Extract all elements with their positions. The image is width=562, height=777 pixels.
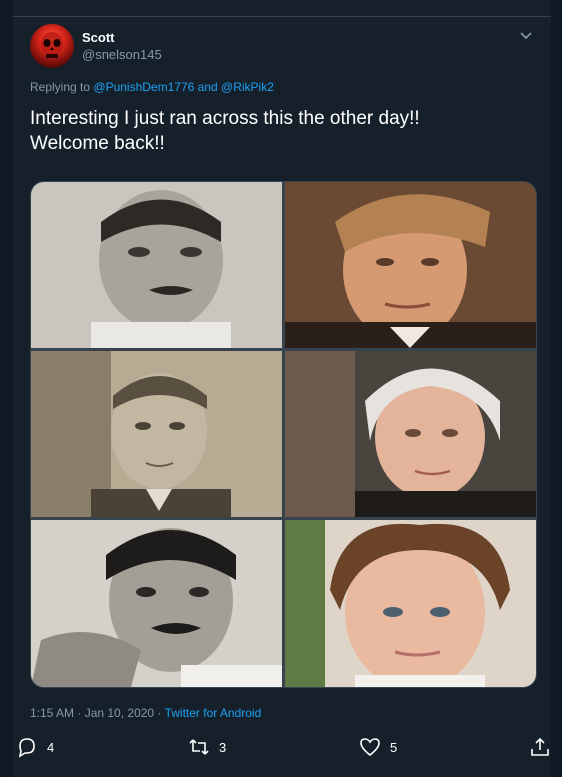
- author-handle[interactable]: @snelson145: [82, 47, 162, 62]
- replying-to-line: Replying to @PunishDem1776 and @RikPik2: [30, 80, 274, 94]
- photo-3[interactable]: [31, 351, 282, 517]
- portrait-image: [31, 351, 282, 517]
- tweet-action-bar: 4 3 5: [13, 725, 551, 777]
- tweet-text-line: Interesting I just ran across this the o…: [30, 108, 420, 129]
- reply-count: 4: [47, 739, 55, 755]
- photo-5[interactable]: [31, 520, 282, 687]
- replying-to-label: Replying to: [30, 80, 91, 94]
- mention-link[interactable]: @RikPik2: [221, 80, 274, 94]
- tweet-text-line: Welcome back!!: [30, 133, 165, 154]
- portrait-image: [285, 182, 536, 348]
- tweet-source-link[interactable]: Twitter for Android: [165, 706, 262, 720]
- portrait-image: [285, 351, 536, 517]
- mention-link[interactable]: @PunishDem1776: [93, 80, 194, 94]
- red-skull-avatar-icon: [41, 32, 63, 58]
- frame-left: [0, 0, 13, 777]
- retweet-button[interactable]: 3: [188, 736, 226, 758]
- photo-6[interactable]: [285, 520, 536, 687]
- tweet-timestamp: 1:15 AM · Jan 10, 2020 · Twitter for And…: [30, 706, 261, 720]
- photo-4[interactable]: [285, 351, 536, 517]
- tweet-time[interactable]: 1:15 AM · Jan 10, 2020: [30, 706, 154, 720]
- portrait-image: [31, 520, 282, 687]
- reply-icon: [18, 738, 35, 758]
- replying-to-joiner: and: [197, 80, 218, 94]
- heart-icon: [360, 738, 380, 757]
- portrait-image: [285, 520, 536, 687]
- reply-button[interactable]: 4: [16, 736, 54, 758]
- previous-tweet-edge: [13, 0, 551, 16]
- like-count: 5: [390, 739, 398, 755]
- retweet-count: 3: [219, 739, 227, 755]
- tweet-text: Interesting I just ran across this the o…: [30, 106, 530, 156]
- avatar[interactable]: [30, 24, 74, 68]
- photo-2[interactable]: [285, 182, 536, 348]
- retweet-icon: [189, 739, 209, 755]
- share-icon: [531, 737, 549, 756]
- chevron-down-icon[interactable]: [519, 31, 533, 41]
- like-button[interactable]: 5: [359, 736, 397, 758]
- author-display-name[interactable]: Scott: [82, 30, 115, 45]
- media-grid[interactable]: [30, 181, 537, 688]
- share-button[interactable]: [529, 736, 551, 758]
- portrait-image: [31, 182, 282, 348]
- photo-1[interactable]: [31, 182, 282, 348]
- tweet-divider: [13, 16, 551, 17]
- timestamp-separator: ·: [157, 706, 162, 720]
- frame-right: [551, 0, 562, 777]
